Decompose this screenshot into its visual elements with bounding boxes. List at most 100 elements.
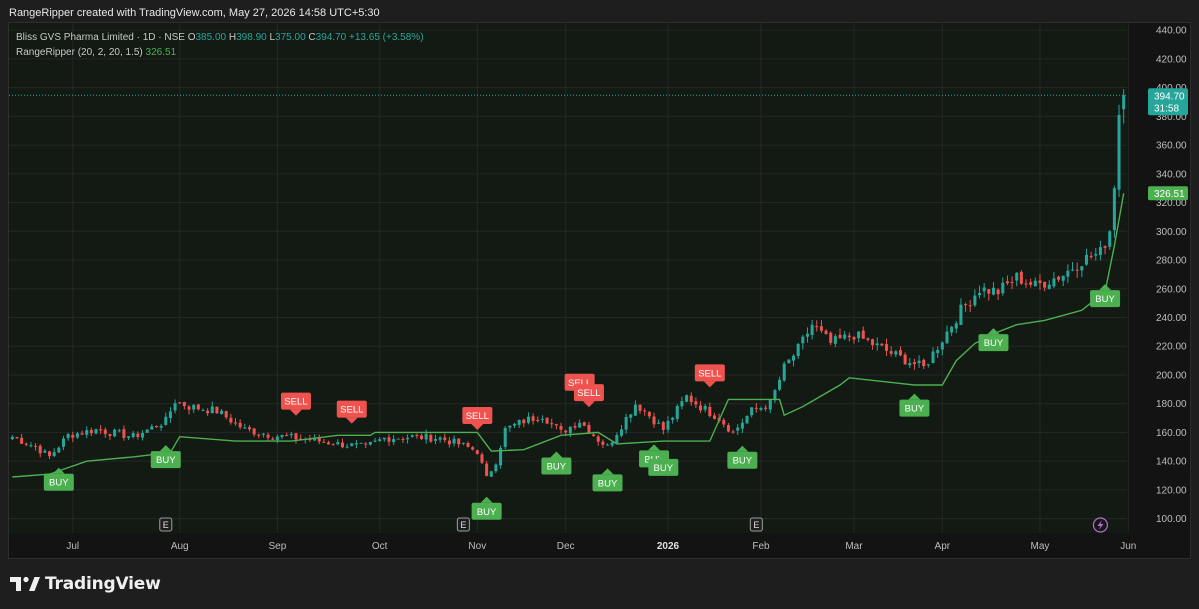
candle-body <box>238 422 242 428</box>
candle-body <box>550 423 554 425</box>
candle-body <box>675 405 679 419</box>
candle-body <box>680 401 684 407</box>
candle-body <box>178 402 182 404</box>
price-tick-label: 100.00 <box>1156 514 1187 525</box>
candle-body <box>359 442 363 444</box>
candle-body <box>731 431 735 433</box>
candle-body <box>415 434 419 436</box>
candle-body <box>378 439 382 442</box>
candle-body <box>429 435 433 442</box>
candle-body <box>336 442 340 445</box>
time-tick-label: Apr <box>935 541 951 552</box>
price-chart[interactable]: 100.00 120.00 140.00 160.00 180.00 200.00 220.… <box>9 23 1190 558</box>
earnings-marker-label: E <box>460 520 466 530</box>
price-tick-label: 160.00 <box>1156 428 1187 439</box>
candle-body <box>354 443 358 445</box>
candle-body <box>452 438 456 444</box>
candle-body <box>996 289 1000 295</box>
chart-frame[interactable]: 100.00 120.00 140.00 160.00 180.00 200.00 220.… <box>8 22 1191 559</box>
candle <box>503 425 507 450</box>
candle-body <box>606 444 610 446</box>
candle-body <box>685 395 689 402</box>
candle-body <box>206 410 210 414</box>
candle-body <box>931 351 935 363</box>
candle-body <box>894 351 898 355</box>
signal-label: BUY <box>905 404 925 415</box>
candle-body <box>912 362 916 365</box>
candle-body <box>987 289 991 294</box>
candle-body <box>792 355 796 361</box>
tradingview-logo-text: TradingView <box>45 574 161 594</box>
candle-body <box>866 338 870 340</box>
candle-body <box>699 405 703 411</box>
time-tick-label: Dec <box>557 541 575 552</box>
price-tick-label: 300.00 <box>1156 227 1187 238</box>
candle-body <box>1038 280 1042 284</box>
candle-body <box>633 404 637 416</box>
candle-body <box>638 404 642 411</box>
candle-body <box>508 425 512 428</box>
candle-body <box>1033 280 1037 287</box>
candle <box>475 449 479 455</box>
candle-body <box>750 407 754 416</box>
candle-body <box>368 441 372 445</box>
price-tick-label: 420.00 <box>1156 54 1187 65</box>
time-tick-label: Jun <box>1120 541 1136 552</box>
candle-body <box>666 420 670 430</box>
tradingview-logo-icon <box>10 576 40 591</box>
candle-body <box>592 434 596 437</box>
candle-body <box>852 337 856 340</box>
candle-body <box>545 417 549 424</box>
candle-body <box>773 390 777 401</box>
earnings-marker[interactable]: E <box>749 517 763 532</box>
candle-body <box>43 450 47 453</box>
candle-body <box>578 422 582 428</box>
candle-body <box>220 410 224 415</box>
tradingview-logo[interactable]: TradingView <box>10 574 161 594</box>
candle-body <box>526 416 530 423</box>
signal-label: BUY <box>654 463 674 474</box>
time-tick-label: Oct <box>372 541 388 552</box>
candle-body <box>164 416 168 425</box>
candle-body <box>103 429 107 434</box>
candle-body <box>108 434 112 436</box>
candle-body <box>829 332 833 343</box>
candle-body <box>871 339 875 346</box>
candle <box>1019 270 1023 285</box>
candle <box>359 442 363 444</box>
candle-body <box>113 429 117 437</box>
candle-body <box>671 417 675 420</box>
candle-body <box>768 400 772 410</box>
candle-body <box>85 430 89 435</box>
candle-body <box>29 445 33 447</box>
candle-body <box>833 336 837 344</box>
candle-body <box>75 433 79 438</box>
price-tick-label: 180.00 <box>1156 399 1187 410</box>
candle-body <box>875 343 879 346</box>
price-tick-label: 200.00 <box>1156 370 1187 381</box>
candle-body <box>754 407 758 409</box>
earnings-marker[interactable]: E <box>159 517 173 532</box>
candle-body <box>159 425 163 428</box>
candle-body <box>824 330 828 334</box>
candle-body <box>513 423 517 426</box>
signal-label: BUY <box>598 478 618 489</box>
candle-body <box>192 404 196 410</box>
candle-body <box>350 443 354 446</box>
candle-body <box>210 406 214 414</box>
candle-body <box>266 434 270 438</box>
price-tick-label: 240.00 <box>1156 313 1187 324</box>
price-tick-label: 140.00 <box>1156 457 1187 468</box>
candle-body <box>280 434 284 437</box>
candle-body <box>173 403 177 411</box>
candle-body <box>66 434 70 439</box>
candle-body <box>596 436 600 442</box>
candle-body <box>619 429 623 436</box>
candle-body <box>778 379 782 390</box>
candle-body <box>1066 270 1070 277</box>
candle-body <box>252 428 256 435</box>
candle-body <box>1057 276 1061 280</box>
candle <box>145 429 149 433</box>
candle-body <box>373 440 377 442</box>
earnings-marker[interactable]: E <box>456 517 470 532</box>
